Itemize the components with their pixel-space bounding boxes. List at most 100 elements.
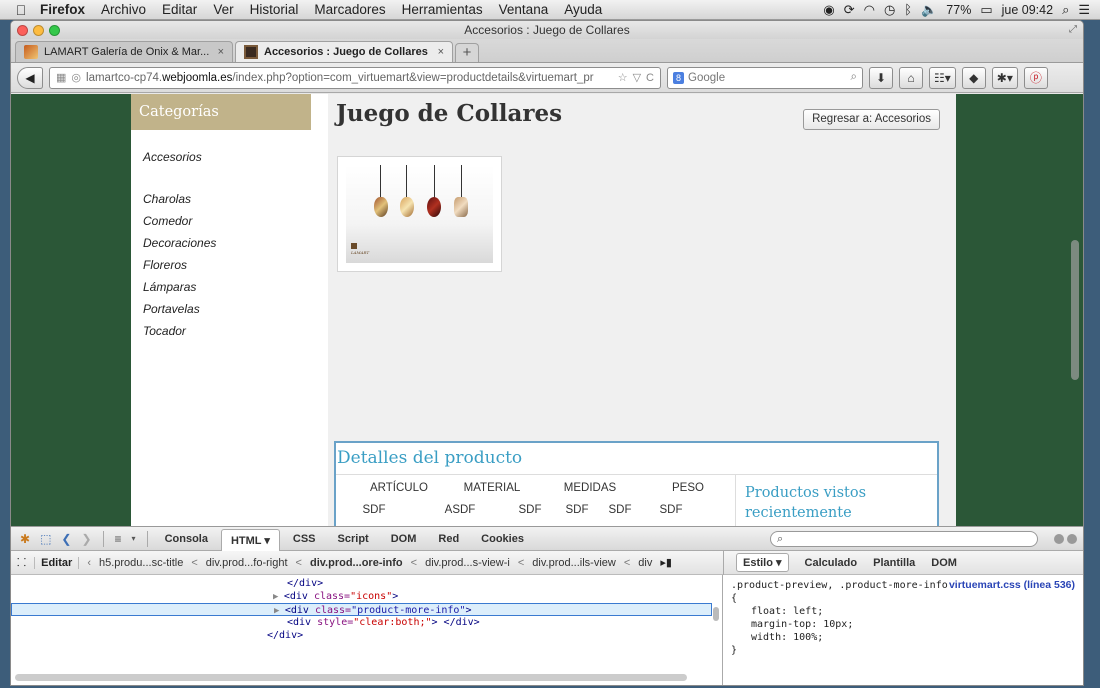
fullscreen-icon[interactable]: ⤢ xyxy=(1069,24,1077,35)
menu-historial[interactable]: Historial xyxy=(242,2,307,17)
breadcrumb-item[interactable]: div xyxy=(638,557,652,569)
css-property[interactable]: margin-top: 10px; xyxy=(731,618,1075,631)
menu-editar[interactable]: Editar xyxy=(154,2,205,17)
category-item-lamparas[interactable]: Lámparas xyxy=(143,276,311,298)
home-button[interactable]: ⌂ xyxy=(899,66,923,89)
shield-icon[interactable]: ◉ xyxy=(823,2,834,18)
time-machine-icon[interactable]: ◷ xyxy=(884,2,895,18)
html-node[interactable]: </div> xyxy=(11,629,722,642)
expand-icon[interactable]: ▶ xyxy=(273,592,284,602)
bookmark-star-icon[interactable]: ☆ xyxy=(618,71,628,84)
page-info-icon[interactable]: ▦ xyxy=(56,71,66,84)
scrollbar-thumb[interactable] xyxy=(1071,240,1079,380)
wifi-icon[interactable]: ◠ xyxy=(864,2,875,18)
inspect-icon[interactable]: ⬚ xyxy=(37,532,54,546)
addon-button[interactable]: ◆ xyxy=(961,66,986,89)
back-to-category-button[interactable]: Regresar a: Accesorios xyxy=(803,109,940,130)
menu-ventana[interactable]: Ventana xyxy=(491,2,557,17)
category-item-floreros[interactable]: Floreros xyxy=(143,254,311,276)
forward-arrow-icon[interactable]: ❯ xyxy=(78,532,94,546)
category-item-charolas[interactable]: Charolas xyxy=(143,188,311,210)
sync-icon[interactable]: ⟳ xyxy=(844,2,855,18)
css-property[interactable]: float: left; xyxy=(731,605,1075,618)
menu-herramientas[interactable]: Herramientas xyxy=(394,2,491,17)
site-identity-icon[interactable]: ◎ xyxy=(71,71,81,84)
apple-icon[interactable]:  xyxy=(10,2,32,18)
breadcrumb-scroll-right-icon[interactable]: ▸▮ xyxy=(660,556,672,569)
new-tab-button[interactable]: + xyxy=(455,43,479,62)
notification-center-icon[interactable]: ☰ xyxy=(1078,2,1090,18)
tab-css[interactable]: CSS xyxy=(284,531,325,547)
tab-script[interactable]: Script xyxy=(329,531,378,547)
dropdown-icon[interactable]: ▾ xyxy=(129,534,139,543)
html-node[interactable]: </div> xyxy=(11,577,722,590)
breadcrumb-item[interactable]: h5.produ...sc-title xyxy=(99,557,183,569)
expand-icon[interactable]: ▶ xyxy=(274,606,285,616)
url-text[interactable]: lamartco-cp74.webjoomla.es/index.php?opt… xyxy=(86,72,613,84)
tab-side-dom[interactable]: DOM xyxy=(931,557,957,569)
breadcrumb-item[interactable]: div.prod...ils-view xyxy=(532,557,616,569)
close-firebug-button[interactable] xyxy=(1067,533,1077,544)
tab-juego-collares[interactable]: Accesorios : Juego de Collares × xyxy=(235,41,453,62)
html-node-selected[interactable]: ▶ <div class="product-more-info"> xyxy=(11,603,712,616)
css-property[interactable]: width: 100%; xyxy=(731,631,1075,644)
html-node[interactable]: <div style="clear:both;"> </div> xyxy=(11,616,722,629)
google-engine-icon[interactable]: 8 xyxy=(673,71,685,84)
back-button[interactable]: ◀ xyxy=(17,66,43,89)
tab-lamart[interactable]: LAMART Galería de Onix & Mar... × xyxy=(15,41,233,62)
firebug-button[interactable]: ✱▾ xyxy=(991,66,1018,89)
category-item-accesorios[interactable]: Accesorios xyxy=(143,146,311,168)
menu-icon[interactable]: ≡ xyxy=(112,532,125,546)
page-scrollbar[interactable] xyxy=(1067,94,1083,526)
menu-marcadores[interactable]: Marcadores xyxy=(306,2,393,17)
html-hscroll[interactable] xyxy=(15,674,687,681)
volume-icon[interactable]: 🔈 xyxy=(921,2,937,18)
firebug-bug-icon[interactable]: ✱ xyxy=(17,532,33,546)
search-input[interactable]: Google xyxy=(688,72,847,84)
back-arrow-icon[interactable]: ❮ xyxy=(58,532,74,546)
close-tab-icon[interactable]: × xyxy=(438,46,444,58)
category-item-tocador[interactable]: Tocador xyxy=(143,320,311,342)
bookmarks-button[interactable]: ☷▾ xyxy=(929,66,956,89)
clock[interactable]: jue 09:42 xyxy=(1002,3,1053,17)
category-item-portavelas[interactable]: Portavelas xyxy=(143,298,311,320)
menu-app[interactable]: Firefox xyxy=(32,2,93,17)
close-tab-icon[interactable]: × xyxy=(218,46,224,58)
firebug-search-input[interactable]: ⌕ xyxy=(770,530,1038,547)
breadcrumb-scroll-left-icon[interactable]: ‹ xyxy=(87,557,91,569)
breadcrumb-item[interactable]: div.prod...fo-right xyxy=(206,557,288,569)
tab-consola[interactable]: Consola xyxy=(156,531,217,547)
tab-html[interactable]: HTML ▾ xyxy=(220,528,280,551)
css-source-link[interactable]: virtuemart.css (línea 536) xyxy=(949,579,1075,592)
tab-cookies[interactable]: Cookies xyxy=(472,531,533,547)
downloads-button[interactable]: ⬇ xyxy=(869,66,893,89)
menu-ver[interactable]: Ver xyxy=(205,2,241,17)
tab-calculado[interactable]: Calculado xyxy=(805,557,858,569)
tab-plantilla[interactable]: Plantilla xyxy=(873,557,915,569)
url-dropdown-icon[interactable]: ▽ xyxy=(633,71,641,84)
category-item-comedor[interactable]: Comedor xyxy=(143,210,311,232)
category-item-decoraciones[interactable]: Decoraciones xyxy=(143,232,311,254)
menu-ayuda[interactable]: Ayuda xyxy=(556,2,610,17)
html-node[interactable]: ▶ <div class="icons"> xyxy=(11,590,722,603)
spotlight-icon[interactable]: ⌕ xyxy=(1062,2,1069,18)
html-vscroll-thumb[interactable] xyxy=(713,607,719,621)
navigation-bar: ◀ ▦ ◎ lamartco-cp74.webjoomla.es/index.p… xyxy=(11,63,1083,93)
edit-button[interactable]: Editar xyxy=(34,556,80,569)
menu-archivo[interactable]: Archivo xyxy=(93,2,154,17)
breadcrumb-item[interactable]: div.prod...s-view-i xyxy=(425,557,510,569)
breadcrumb-item-current[interactable]: div.prod...ore-info xyxy=(310,557,403,569)
search-icon[interactable]: ⌕ xyxy=(851,71,857,84)
tab-dom[interactable]: DOM xyxy=(382,531,426,547)
pinterest-button[interactable]: ⓟ xyxy=(1023,66,1048,89)
product-image[interactable]: LAMART xyxy=(337,156,502,272)
layout-icon[interactable]: ⸬ xyxy=(17,555,26,570)
battery-percent[interactable]: 77% xyxy=(946,3,971,17)
bluetooth-icon[interactable]: ᛒ xyxy=(904,2,912,17)
tab-red[interactable]: Red xyxy=(429,531,468,547)
search-bar[interactable]: 8 Google ⌕ xyxy=(667,66,863,89)
minimize-firebug-button[interactable] xyxy=(1054,533,1064,544)
url-bar[interactable]: ▦ ◎ lamartco-cp74.webjoomla.es/index.php… xyxy=(49,66,661,89)
tab-estilo[interactable]: Estilo ▾ xyxy=(736,553,789,572)
reload-icon[interactable]: C xyxy=(646,72,654,84)
